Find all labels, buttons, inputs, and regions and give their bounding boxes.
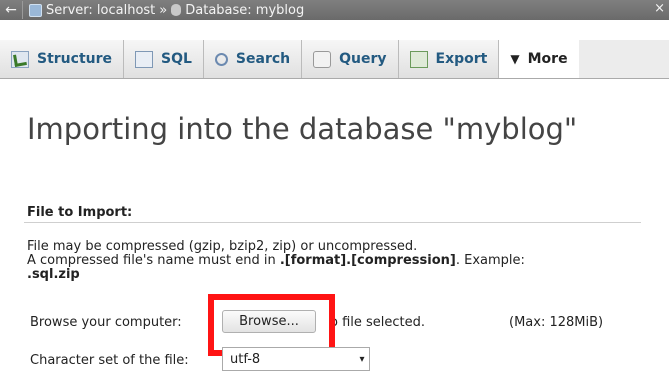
breadcrumb-server[interactable]: Server: localhost <box>46 3 155 18</box>
import-description: File may be compressed (gzip, bzip2, zip… <box>27 240 525 282</box>
tab-export[interactable]: Export <box>398 40 500 78</box>
desc-line: .sql.zip <box>27 268 525 282</box>
tab-label: More <box>527 51 568 67</box>
breadcrumb-database[interactable]: Database: myblog <box>185 3 304 18</box>
server-icon <box>29 3 42 17</box>
triangle-down-icon: ▼ <box>510 52 520 66</box>
tab-more[interactable]: ▼ More <box>499 40 579 78</box>
breadcrumb-bar: ← Server: localhost » Database: myblog × <box>0 0 669 20</box>
tab-search[interactable]: Search <box>203 40 303 78</box>
breadcrumb: Server: localhost » Database: myblog <box>29 3 304 18</box>
section-divider <box>24 222 641 223</box>
breadcrumb-separator: » <box>159 2 168 18</box>
search-icon <box>214 52 228 66</box>
charset-label: Character set of the file: <box>30 353 189 368</box>
tab-structure[interactable]: Structure <box>0 40 125 78</box>
tab-label: Query <box>339 51 387 67</box>
desc-example: .sql.zip <box>27 267 80 282</box>
tab-query[interactable]: Query <box>302 40 399 78</box>
tab-bar: Structure SQL Search Query Export ▼ More <box>0 40 669 79</box>
sql-icon <box>135 50 154 68</box>
section-label: File to Import: <box>27 205 133 220</box>
structure-icon <box>11 50 29 68</box>
charset-value: utf-8 <box>230 351 261 367</box>
desc-text: . Example: <box>455 253 525 268</box>
page-title: Importing into the database "myblog" <box>27 112 578 146</box>
file-status: o file selected. <box>330 315 426 330</box>
desc-line: File may be compressed (gzip, bzip2, zip… <box>27 239 418 254</box>
tab-sql[interactable]: SQL <box>124 40 204 78</box>
browse-button[interactable]: Browse... <box>222 310 316 333</box>
export-icon <box>409 50 428 68</box>
tab-label: Export <box>435 51 488 67</box>
max-upload-size: (Max: 128MiB) <box>509 315 604 330</box>
tab-label: Structure <box>37 51 113 67</box>
divider <box>22 1 23 19</box>
database-icon <box>171 4 182 16</box>
tab-label: SQL <box>161 51 192 67</box>
charset-select[interactable]: utf-8 ▾ <box>222 347 370 371</box>
dropdown-arrow-icon: ▾ <box>359 353 365 365</box>
close-icon[interactable]: × <box>654 1 665 16</box>
desc-text: A compressed file's name must end in <box>27 253 280 268</box>
desc-line: A compressed file's name must end in .[f… <box>27 254 525 268</box>
desc-format-hint: .[format].[compression] <box>279 253 456 268</box>
tab-label: Search <box>235 51 291 67</box>
browse-label: Browse your computer: <box>30 315 182 330</box>
query-icon <box>313 50 332 68</box>
back-arrow-icon[interactable]: ← <box>0 2 22 18</box>
